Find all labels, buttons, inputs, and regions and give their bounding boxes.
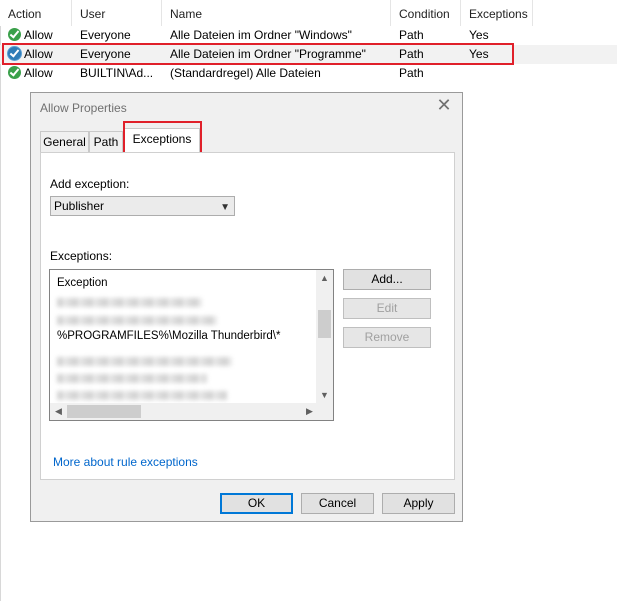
apply-button[interactable]: Apply	[382, 493, 455, 514]
scrollbar-corner	[316, 403, 333, 420]
chevron-down-icon: ▼	[220, 202, 230, 213]
column-header-exceptions[interactable]: Exceptions	[461, 0, 533, 26]
exceptions-label: Exceptions:	[50, 249, 113, 263]
redacted-list-item[interactable]	[57, 391, 227, 400]
list-column-header: Exception	[57, 277, 108, 289]
allow-check-icon	[8, 66, 21, 79]
scroll-down-icon[interactable]: ▼	[316, 390, 333, 400]
scroll-up-icon[interactable]: ▲	[316, 273, 333, 283]
list-item[interactable]: %PROGRAMFILES%\Mozilla Thunderbird\*	[57, 327, 280, 345]
row-highlight-box	[2, 43, 514, 65]
add-exception-select[interactable]: Publisher ▼	[50, 196, 235, 216]
vertical-scrollbar[interactable]: ▲ ▼	[316, 270, 333, 403]
add-button[interactable]: Add...	[343, 269, 431, 290]
tab-path[interactable]: Path	[89, 131, 123, 152]
redacted-list-item[interactable]	[57, 357, 232, 366]
redacted-list-item[interactable]	[57, 316, 217, 325]
tab-general[interactable]: General	[40, 131, 89, 152]
more-about-exceptions-link[interactable]: More about rule exceptions	[53, 455, 198, 469]
allow-check-icon	[8, 28, 21, 41]
table-row[interactable]: Allow BUILTIN\Ad... (Standardregel) Alle…	[0, 64, 617, 83]
add-exception-label: Add exception:	[50, 177, 130, 191]
remove-button[interactable]: Remove	[343, 327, 431, 348]
ok-button[interactable]: OK	[220, 493, 293, 514]
dialog-title: Allow Properties	[40, 101, 127, 115]
list-left-border	[0, 26, 1, 601]
redacted-list-item[interactable]	[57, 374, 207, 383]
scroll-left-icon[interactable]: ◀	[50, 406, 67, 417]
redacted-list-item[interactable]	[57, 298, 202, 307]
cancel-button[interactable]: Cancel	[301, 493, 374, 514]
vertical-scroll-thumb[interactable]	[318, 310, 331, 338]
allow-properties-dialog: Allow Properties ✕ General Path Exceptio…	[30, 92, 463, 522]
column-header-condition[interactable]: Condition	[391, 0, 461, 26]
horizontal-scrollbar[interactable]: ◀ ▶	[50, 403, 318, 420]
column-header-user[interactable]: User	[72, 0, 162, 26]
column-header-action[interactable]: Action	[0, 0, 72, 26]
list-header: Action User Name Condition Exceptions	[0, 0, 617, 26]
edit-button[interactable]: Edit	[343, 298, 431, 319]
close-icon[interactable]: ✕	[434, 95, 454, 116]
column-header-name[interactable]: Name	[162, 0, 391, 26]
horizontal-scroll-thumb[interactable]	[67, 405, 141, 418]
exceptions-list[interactable]: Exception %PROGRAMFILES%\Mozilla Thunder…	[49, 269, 334, 421]
